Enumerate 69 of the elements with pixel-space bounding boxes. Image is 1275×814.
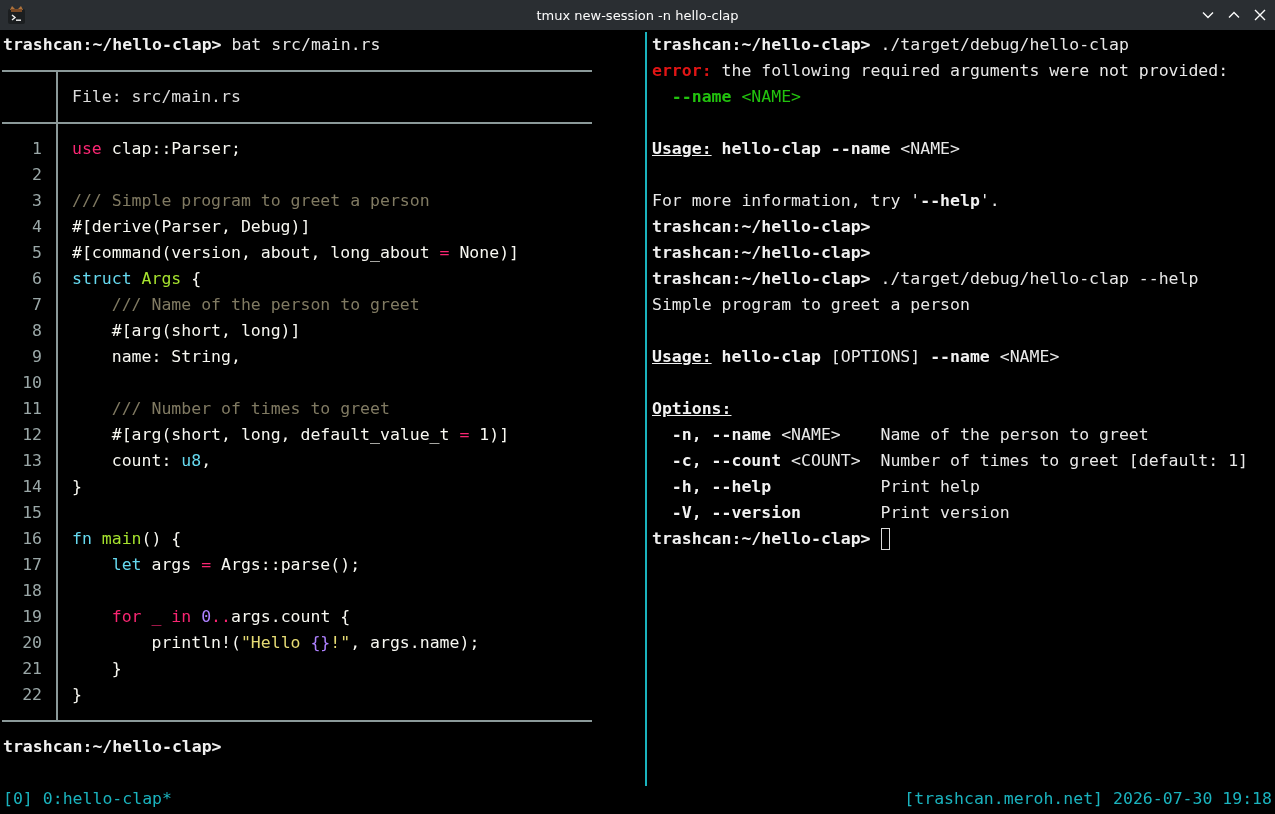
- close-icon: [1254, 9, 1266, 21]
- line-number: 20: [21, 632, 42, 654]
- clock-label: 2026-07-30 19:18: [1113, 788, 1272, 810]
- line-number: 19: [21, 606, 42, 628]
- code-line: use clap::Parser;: [72, 138, 241, 160]
- terminal-line: -c, --count <COUNT> Number of times to greet [default: 1]: [670, 450, 1249, 472]
- code-line: fn main() {: [72, 528, 182, 550]
- window-tab[interactable]: 0:hello-clap*: [42, 786, 172, 812]
- code-line: }: [72, 476, 82, 498]
- line-number: 5: [31, 242, 42, 264]
- code-line: name: String,: [110, 346, 241, 368]
- terminal-line: For more information, try '--help'.: [652, 190, 1000, 212]
- line-number: 15: [21, 502, 42, 524]
- line-number: 18: [21, 580, 42, 602]
- terminal-line: Usage: hello-clap --name <NAME>: [652, 138, 960, 160]
- cursor-icon: [880, 528, 890, 550]
- line-number: 10: [21, 372, 42, 394]
- file-header: File: src/main.rs: [71, 86, 241, 108]
- line-number: 3: [31, 190, 42, 212]
- line-number: 14: [21, 476, 42, 498]
- terminal-line: trashcan:~/hello-clap> bat src/main.rs: [3, 34, 381, 56]
- line-number: 7: [31, 294, 42, 316]
- code-line: println!("Hello {}!", args.name);: [150, 632, 480, 654]
- code-line: #[arg(short, long, default_value_t = 1)]: [110, 424, 510, 446]
- terminal-line: trashcan:~/hello-clap> ./target/debug/hello-clap --help: [652, 268, 1199, 290]
- line-number: 13: [21, 450, 42, 472]
- code-line: }: [72, 684, 82, 706]
- terminal-line: error: the following required arguments were not provided:: [652, 60, 1229, 82]
- line-number: 12: [21, 424, 42, 446]
- line-number: 21: [21, 658, 42, 680]
- line-number: 1: [31, 138, 42, 160]
- terminal-line: -V, --version Print version: [670, 502, 1010, 524]
- code-line: /// Number of times to greet: [110, 398, 390, 420]
- code-line: /// Simple program to greet a person: [72, 190, 430, 212]
- code-line: #[arg(short, long)]: [110, 320, 301, 342]
- code-line: let args = Args::parse();: [110, 554, 361, 576]
- terminal-line: trashcan:~/hello-clap>: [3, 736, 222, 758]
- terminal-line: Usage: hello-clap [OPTIONS] --name <NAME>: [652, 346, 1060, 368]
- code-line: #[derive(Parser, Debug)]: [72, 216, 311, 238]
- code-line: #[command(version, about, long_about = None)]: [72, 242, 520, 264]
- code-line: }: [110, 658, 122, 680]
- line-number: 16: [21, 528, 42, 550]
- code-line: /// Name of the person to greet: [110, 294, 420, 316]
- terminal-icon: [8, 6, 25, 24]
- terminal-line: -h, --help Print help: [670, 476, 980, 498]
- hostname-label: [trashcan.meroh.net]: [904, 788, 1104, 810]
- code-line: struct Args {: [72, 268, 202, 290]
- line-number: 2: [31, 164, 42, 186]
- terminal-line: trashcan:~/hello-clap>: [652, 216, 871, 238]
- terminal-line: Simple program to greet a person: [652, 294, 970, 316]
- terminal-line: -n, --name <NAME> Name of the person to greet: [670, 424, 1149, 446]
- chevron-up-icon: [1228, 9, 1240, 21]
- line-number: 8: [31, 320, 42, 342]
- terminal-line: Options:: [652, 398, 732, 420]
- line-number: 11: [21, 398, 42, 420]
- line-number: 9: [31, 346, 42, 368]
- terminal-line: trashcan:~/hello-clap> ./target/debug/hello-clap: [652, 34, 1129, 56]
- chevron-down-icon: [1202, 9, 1214, 21]
- line-number: 4: [31, 216, 42, 238]
- window-title: tmux new-session -n hello-clap: [536, 7, 739, 23]
- terminal-line: --name <NAME>: [670, 86, 802, 108]
- line-number: 17: [21, 554, 42, 576]
- terminal-line: trashcan:~/hello-clap>: [652, 528, 871, 550]
- line-number: 22: [21, 684, 42, 706]
- code-line: for _ in 0..args.count {: [110, 606, 351, 628]
- code-line: count: u8,: [110, 450, 212, 472]
- line-number: 6: [31, 268, 42, 290]
- session-label: [0]: [3, 788, 33, 810]
- terminal-line: trashcan:~/hello-clap>: [652, 242, 871, 264]
